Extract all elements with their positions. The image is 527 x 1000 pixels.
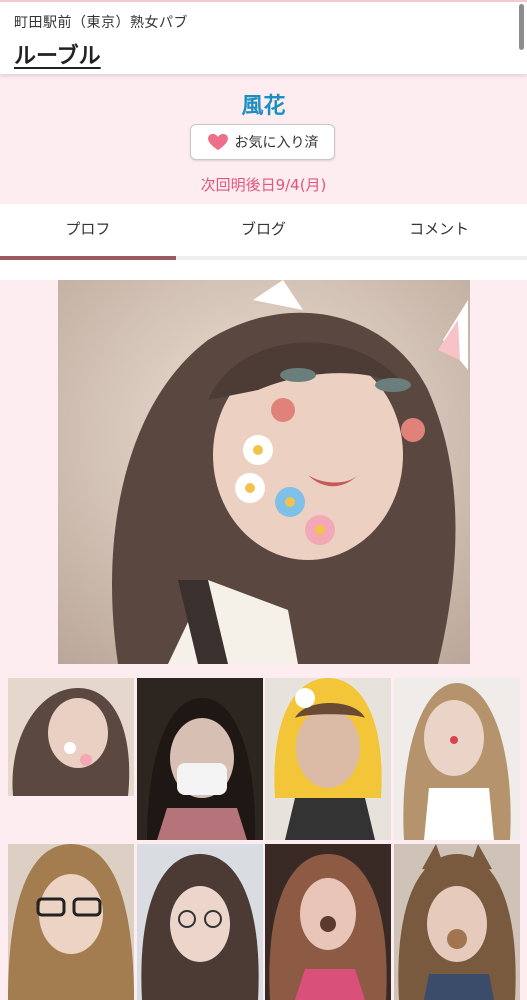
profile-page: 町田駅前（東京）熟女パブ ルーブル 風花 お気に入り済 次回明後日9/4(月) … — [0, 0, 527, 1000]
cast-name: 風花 — [241, 94, 286, 119]
thumbnail-photo[interactable] — [137, 844, 263, 1000]
profile-header: 風花 お気に入り済 次回明後日9/4(月) — [0, 74, 527, 204]
area-label: 町田駅前（東京）熟女パブ — [14, 15, 188, 31]
thumbnail-photo[interactable] — [394, 678, 520, 840]
tab-profile[interactable]: プロフ — [0, 204, 176, 260]
site-header: 町田駅前（東京）熟女パブ ルーブル — [0, 0, 527, 74]
thumbnail-photo[interactable] — [394, 844, 520, 1000]
thumbnail-photo[interactable] — [265, 844, 391, 1000]
tab-comment[interactable]: コメント — [351, 204, 527, 256]
favorite-button[interactable]: お気に入り済 — [190, 124, 335, 160]
thumbnail-photo[interactable] — [137, 678, 263, 840]
scrollbar[interactable] — [519, 4, 524, 50]
thumbnail-photo[interactable] — [8, 678, 134, 796]
favorite-button-label: お気に入り済 — [234, 135, 319, 151]
thumbnail-photo[interactable] — [8, 844, 134, 1000]
next-shift: 次回明後日9/4(月) — [200, 176, 327, 194]
tab-blog[interactable]: ブログ — [176, 204, 352, 256]
profile-tabs: プロフ ブログ コメント — [0, 204, 527, 260]
thumbnail-photo[interactable] — [265, 678, 391, 840]
heart-icon — [207, 133, 229, 151]
main-photo[interactable] — [58, 280, 470, 664]
profile-content — [0, 280, 527, 1000]
shop-name-link[interactable]: ルーブル — [14, 38, 101, 70]
